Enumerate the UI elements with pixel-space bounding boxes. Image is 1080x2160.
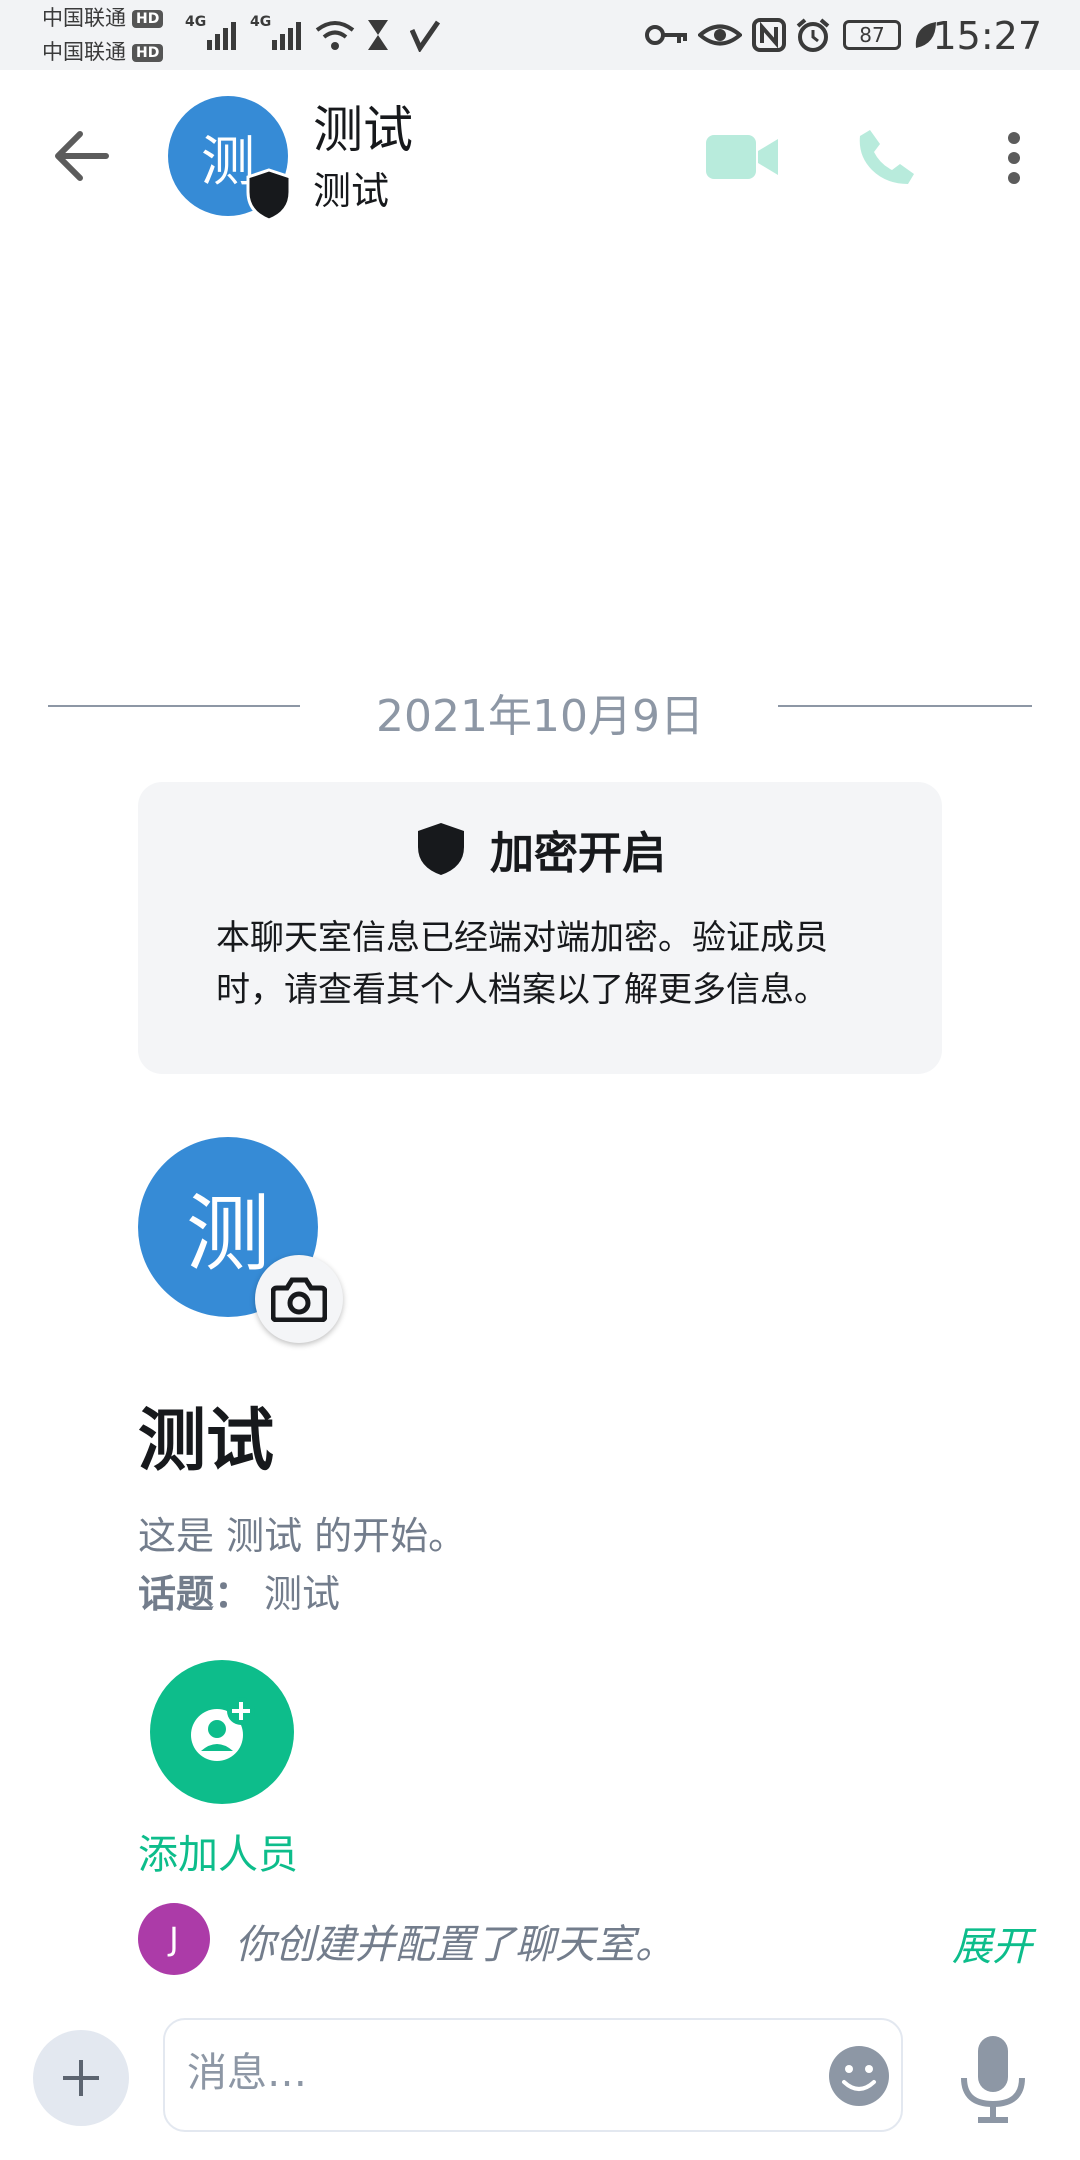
topic-value[interactable]: 测试 bbox=[264, 1572, 340, 1616]
topic-label: 话题： bbox=[138, 1572, 253, 1616]
status-bar: 中国联通 HD 中国联通 HD 4G 4G 87 15:27 bbox=[0, 0, 1080, 70]
camera-icon bbox=[271, 1277, 327, 1322]
check-icon bbox=[410, 20, 440, 52]
room-header bbox=[0, 70, 1080, 240]
key-icon bbox=[645, 25, 687, 45]
battery-level: 87 bbox=[859, 23, 885, 47]
carrier-1: 中国联通 HD bbox=[42, 6, 164, 30]
date-divider-right bbox=[778, 705, 1032, 707]
change-avatar-button[interactable] bbox=[255, 1255, 343, 1343]
expand-button[interactable]: 展开 bbox=[952, 1914, 1032, 1972]
microphone-icon[interactable] bbox=[958, 2034, 1028, 2124]
room-created-event: 你创建并配置了聊天室。 bbox=[235, 1922, 675, 1968]
carrier-1-label: 中国联通 bbox=[42, 6, 126, 30]
encryption-title: 加密开启 bbox=[138, 817, 942, 881]
wifi-icon bbox=[315, 21, 355, 50]
add-people-button[interactable] bbox=[150, 1660, 294, 1804]
room-intro-title: 测试 bbox=[138, 1402, 275, 1481]
room-intro-text: 这是 测试 的开始。 bbox=[138, 1514, 467, 1558]
shield-icon bbox=[246, 168, 292, 222]
plus-icon bbox=[63, 2060, 99, 2096]
message-input[interactable] bbox=[187, 2050, 787, 2096]
encryption-title-text: 加密开启 bbox=[490, 828, 666, 879]
voice-call-icon[interactable] bbox=[856, 126, 918, 188]
nfc-icon bbox=[752, 18, 786, 52]
date-separator: 2021年10月9日 bbox=[376, 691, 704, 742]
video-call-icon[interactable] bbox=[706, 133, 778, 181]
encryption-body: 本聊天室信息已经端对端加密。验证成员时，请查看其个人档案以了解更多信息。 bbox=[216, 918, 828, 1010]
room-name[interactable]: 测试 bbox=[313, 90, 413, 162]
battery-icon: 87 bbox=[843, 20, 901, 50]
carrier-2: 中国联通 HD bbox=[42, 40, 164, 64]
eye-icon bbox=[698, 24, 742, 46]
user-avatar-letter: J bbox=[169, 1920, 179, 1958]
hd-badge: HD bbox=[132, 44, 164, 62]
user-avatar[interactable]: J bbox=[138, 1903, 210, 1975]
hourglass-icon bbox=[368, 20, 388, 50]
alarm-icon bbox=[796, 18, 830, 52]
attach-button[interactable] bbox=[33, 2030, 129, 2126]
clock: 15:27 bbox=[932, 14, 1042, 58]
shield-icon bbox=[418, 823, 464, 875]
room-topic: 话题： 测试 bbox=[138, 1563, 340, 1618]
add-people-label[interactable]: 添加人员 bbox=[138, 1822, 298, 1880]
back-arrow-icon[interactable] bbox=[52, 128, 112, 184]
message-box bbox=[163, 2018, 903, 2132]
more-options-icon[interactable] bbox=[1002, 130, 1026, 186]
emoji-icon[interactable] bbox=[827, 2044, 891, 2108]
room-intro-avatar-letter: 测 bbox=[185, 1184, 270, 1283]
room-subtitle: 测试 bbox=[313, 169, 390, 213]
add-person-icon bbox=[191, 1697, 255, 1761]
carrier-2-label: 中国联通 bbox=[42, 40, 126, 64]
encryption-notice: 加密开启 本聊天室信息已经端对端加密。验证成员时，请查看其个人档案以了解更多信息… bbox=[138, 782, 942, 1074]
hd-badge: HD bbox=[132, 10, 164, 28]
